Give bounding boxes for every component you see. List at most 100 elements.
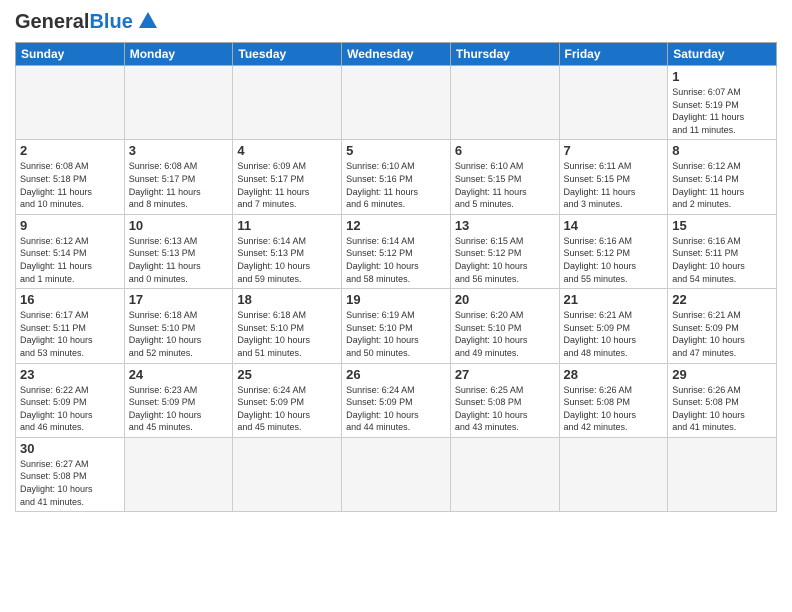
calendar-cell: 4Sunrise: 6:09 AMSunset: 5:17 PMDaylight… (233, 140, 342, 214)
day-info: Sunrise: 6:12 AMSunset: 5:14 PMDaylight:… (20, 235, 120, 285)
day-info: Sunrise: 6:22 AMSunset: 5:09 PMDaylight:… (20, 384, 120, 434)
day-info: Sunrise: 6:15 AMSunset: 5:12 PMDaylight:… (455, 235, 555, 285)
calendar-cell: 24 Sunrise: 6:23 AMSunset: 5:09 PMDayligh… (124, 363, 233, 437)
calendar-cell: 20 Sunrise: 6:20 AMSunset: 5:10 PMDayligh… (450, 289, 559, 363)
day-info: Sunrise: 6:24 AMSunset: 5:09 PMDaylight:… (237, 384, 337, 434)
calendar-cell: 22 Sunrise: 6:21 AMSunset: 5:09 PMDayligh… (668, 289, 777, 363)
day-info: Sunrise: 6:26 AMSunset: 5:08 PMDaylight:… (564, 384, 664, 434)
calendar-cell (559, 66, 668, 140)
day-info: Sunrise: 6:27 AMSunset: 5:08 PMDaylight:… (20, 458, 120, 508)
calendar-cell: 14 Sunrise: 6:16 AMSunset: 5:12 PMDayligh… (559, 214, 668, 288)
calendar-cell: 21 Sunrise: 6:21 AMSunset: 5:09 PMDayligh… (559, 289, 668, 363)
calendar-cell: 12 Sunrise: 6:14 AMSunset: 5:12 PMDayligh… (342, 214, 451, 288)
day-number: 24 (129, 367, 229, 382)
day-number: 6 (455, 143, 555, 158)
week-row-6: 30Sunrise: 6:27 AMSunset: 5:08 PMDayligh… (16, 437, 777, 511)
day-number: 12 (346, 218, 446, 233)
weekday-header-sunday: Sunday (16, 43, 125, 66)
day-number: 7 (564, 143, 664, 158)
day-number: 21 (564, 292, 664, 307)
calendar-cell: 9Sunrise: 6:12 AMSunset: 5:14 PMDaylight… (16, 214, 125, 288)
calendar-cell: 2 Sunrise: 6:08 AMSunset: 5:18 PMDaylight… (16, 140, 125, 214)
calendar-cell (450, 66, 559, 140)
day-number: 17 (129, 292, 229, 307)
day-info: Sunrise: 6:13 AMSunset: 5:13 PMDaylight:… (129, 235, 229, 285)
calendar-cell: 19 Sunrise: 6:19 AMSunset: 5:10 PMDayligh… (342, 289, 451, 363)
week-row-1: 1Sunrise: 6:07 AMSunset: 5:19 PMDaylight… (16, 66, 777, 140)
day-info: Sunrise: 6:18 AMSunset: 5:10 PMDaylight:… (237, 309, 337, 359)
day-number: 25 (237, 367, 337, 382)
day-number: 8 (672, 143, 772, 158)
day-info: Sunrise: 6:21 AMSunset: 5:09 PMDaylight:… (564, 309, 664, 359)
calendar-cell: 3 Sunrise: 6:08 AMSunset: 5:17 PMDaylight… (124, 140, 233, 214)
calendar-cell: 29Sunrise: 6:26 AMSunset: 5:08 PMDayligh… (668, 363, 777, 437)
calendar-cell (124, 437, 233, 511)
day-info: Sunrise: 6:08 AMSunset: 5:18 PMDaylight:… (20, 160, 120, 210)
calendar-cell (16, 66, 125, 140)
calendar-cell: 6 Sunrise: 6:10 AMSunset: 5:15 PMDaylight… (450, 140, 559, 214)
day-number: 19 (346, 292, 446, 307)
day-number: 15 (672, 218, 772, 233)
day-number: 20 (455, 292, 555, 307)
weekday-header-monday: Monday (124, 43, 233, 66)
logo-text: General (15, 11, 89, 34)
day-number: 16 (20, 292, 120, 307)
logo-blue-text: Blue (89, 11, 132, 34)
day-number: 5 (346, 143, 446, 158)
calendar-cell (233, 437, 342, 511)
day-number: 28 (564, 367, 664, 382)
calendar-cell: 27Sunrise: 6:25 AMSunset: 5:08 PMDayligh… (450, 363, 559, 437)
day-number: 4 (237, 143, 337, 158)
weekday-header-row: SundayMondayTuesdayWednesdayThursdayFrid… (16, 43, 777, 66)
day-info: Sunrise: 6:08 AMSunset: 5:17 PMDaylight:… (129, 160, 229, 210)
calendar-cell: 5Sunrise: 6:10 AMSunset: 5:16 PMDaylight… (342, 140, 451, 214)
header: General Blue (15, 10, 777, 34)
day-number: 23 (20, 367, 120, 382)
day-number: 2 (20, 143, 120, 158)
calendar-cell: 8 Sunrise: 6:12 AMSunset: 5:14 PMDaylight… (668, 140, 777, 214)
day-number: 18 (237, 292, 337, 307)
calendar-cell: 10 Sunrise: 6:13 AMSunset: 5:13 PMDayligh… (124, 214, 233, 288)
day-info: Sunrise: 6:14 AMSunset: 5:12 PMDaylight:… (346, 235, 446, 285)
calendar-cell: 17Sunrise: 6:18 AMSunset: 5:10 PMDayligh… (124, 289, 233, 363)
calendar-cell: 30Sunrise: 6:27 AMSunset: 5:08 PMDayligh… (16, 437, 125, 511)
day-info: Sunrise: 6:19 AMSunset: 5:10 PMDaylight:… (346, 309, 446, 359)
day-number: 3 (129, 143, 229, 158)
day-info: Sunrise: 6:20 AMSunset: 5:10 PMDaylight:… (455, 309, 555, 359)
day-info: Sunrise: 6:16 AMSunset: 5:12 PMDaylight:… (564, 235, 664, 285)
day-info: Sunrise: 6:21 AMSunset: 5:09 PMDaylight:… (672, 309, 772, 359)
calendar-cell (559, 437, 668, 511)
week-row-2: 2 Sunrise: 6:08 AMSunset: 5:18 PMDaylight… (16, 140, 777, 214)
week-row-5: 23 Sunrise: 6:22 AMSunset: 5:09 PMDayligh… (16, 363, 777, 437)
calendar-cell: 28 Sunrise: 6:26 AMSunset: 5:08 PMDayligh… (559, 363, 668, 437)
calendar-cell: 16Sunrise: 6:17 AMSunset: 5:11 PMDayligh… (16, 289, 125, 363)
day-number: 27 (455, 367, 555, 382)
day-info: Sunrise: 6:07 AMSunset: 5:19 PMDaylight:… (672, 86, 772, 136)
weekday-header-wednesday: Wednesday (342, 43, 451, 66)
calendar-cell (124, 66, 233, 140)
calendar-cell: 25 Sunrise: 6:24 AMSunset: 5:09 PMDayligh… (233, 363, 342, 437)
calendar-cell (342, 437, 451, 511)
day-info: Sunrise: 6:24 AMSunset: 5:09 PMDaylight:… (346, 384, 446, 434)
day-info: Sunrise: 6:11 AMSunset: 5:15 PMDaylight:… (564, 160, 664, 210)
calendar-cell: 26 Sunrise: 6:24 AMSunset: 5:09 PMDayligh… (342, 363, 451, 437)
logo-area: General Blue (15, 10, 159, 34)
day-info: Sunrise: 6:26 AMSunset: 5:08 PMDaylight:… (672, 384, 772, 434)
day-number: 22 (672, 292, 772, 307)
day-info: Sunrise: 6:12 AMSunset: 5:14 PMDaylight:… (672, 160, 772, 210)
day-number: 14 (564, 218, 664, 233)
day-info: Sunrise: 6:14 AMSunset: 5:13 PMDaylight:… (237, 235, 337, 285)
weekday-header-tuesday: Tuesday (233, 43, 342, 66)
calendar-cell (342, 66, 451, 140)
week-row-3: 9Sunrise: 6:12 AMSunset: 5:14 PMDaylight… (16, 214, 777, 288)
page: General Blue SundayMondayTuesdayWednesda… (0, 0, 792, 612)
calendar-cell (668, 437, 777, 511)
day-number: 26 (346, 367, 446, 382)
calendar-cell: 18 Sunrise: 6:18 AMSunset: 5:10 PMDayligh… (233, 289, 342, 363)
calendar-cell: 13Sunrise: 6:15 AMSunset: 5:12 PMDayligh… (450, 214, 559, 288)
calendar-cell (450, 437, 559, 511)
day-info: Sunrise: 6:16 AMSunset: 5:11 PMDaylight:… (672, 235, 772, 285)
day-info: Sunrise: 6:10 AMSunset: 5:15 PMDaylight:… (455, 160, 555, 210)
day-number: 10 (129, 218, 229, 233)
day-info: Sunrise: 6:23 AMSunset: 5:09 PMDaylight:… (129, 384, 229, 434)
